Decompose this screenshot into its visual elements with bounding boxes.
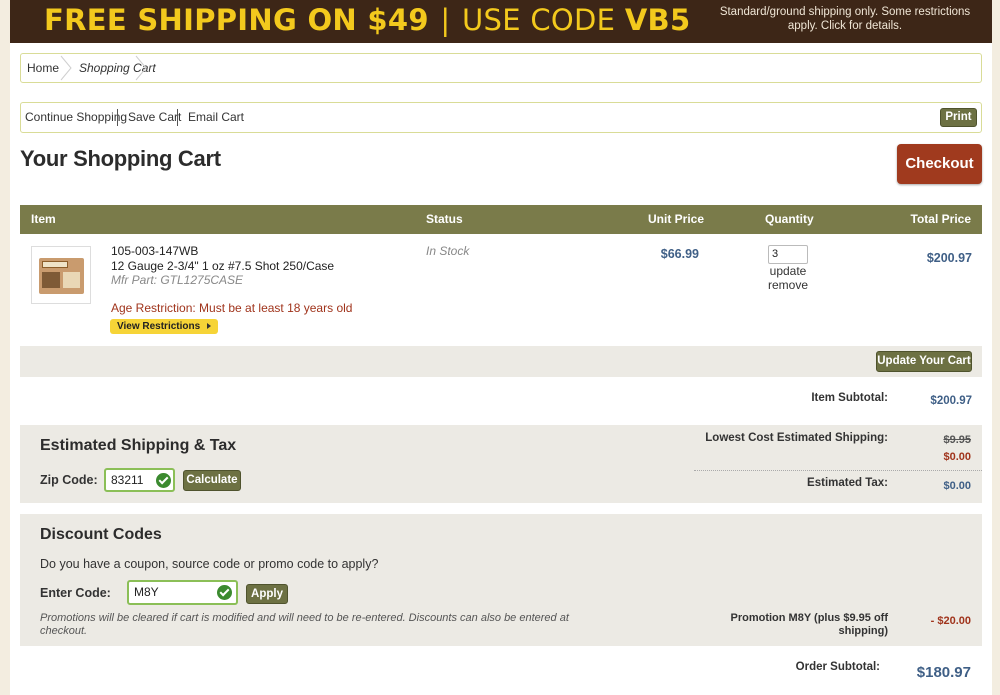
product-thumbnail[interactable]	[31, 246, 91, 304]
promo-code-input[interactable]: M8Y	[127, 580, 238, 605]
check-circle-icon	[217, 585, 232, 600]
zip-code-input[interactable]: 83211	[104, 468, 175, 492]
estimated-tax-value: $0.00	[943, 480, 971, 492]
remove-link[interactable]: remove	[748, 278, 828, 292]
zip-code-value: 83211	[111, 473, 144, 487]
product-mfr-part: Mfr Part: GTL1275CASE	[111, 273, 244, 287]
banner-free-shipping: FREE SHIPPING ON $49	[44, 3, 429, 37]
enter-code-label: Enter Code:	[40, 586, 111, 600]
divider	[117, 109, 118, 126]
banner-headline[interactable]: FREE SHIPPING ON $49 | USE CODE VB5	[44, 3, 690, 37]
header-unit-price: Unit Price	[648, 212, 705, 226]
cart-actions-bar: Continue Shopping Save Cart Email Cart P…	[20, 102, 982, 133]
promotion-label: Promotion M8Y (plus $9.95 off shipping)	[730, 612, 889, 637]
shipping-price: $0.00	[943, 451, 971, 463]
page-title: Your Shopping Cart	[20, 146, 221, 171]
unit-price: $66.99	[660, 247, 699, 261]
estimated-tax-label: Estimated Tax:	[807, 477, 888, 489]
quantity-input[interactable]: 3	[768, 245, 808, 264]
product-sku[interactable]: 105-003-147WB	[111, 244, 198, 258]
promo-code-value: M8Y	[134, 585, 159, 599]
breadcrumb: Home Shopping Cart	[20, 53, 982, 83]
banner-note[interactable]: Standard/ground shipping only. Some rest…	[710, 5, 980, 33]
promo-note: Promotions will be cleared if cart is mo…	[40, 612, 569, 637]
checkout-button[interactable]: Checkout	[897, 144, 982, 184]
lowest-shipping-label: Lowest Cost Estimated Shipping:	[705, 432, 888, 444]
item-subtotal-value: $200.97	[930, 395, 972, 407]
banner-code: VB5	[624, 3, 691, 37]
discount-codes-panel: Discount Codes Do you have a coupon, sou…	[20, 514, 982, 646]
banner-use-code: USE CODE	[461, 3, 616, 37]
line-total-price: $200.97	[926, 251, 972, 265]
check-circle-icon	[156, 472, 171, 488]
banner-separator: |	[440, 3, 451, 37]
breadcrumb-chevron-icon	[135, 55, 147, 81]
shipping-title: Estimated Shipping & Tax	[40, 437, 237, 454]
header-item: Item	[31, 212, 56, 226]
breadcrumb-chevron-icon	[60, 55, 72, 81]
view-restrictions-label: View Restrictions	[117, 321, 201, 332]
item-subtotal-label: Item Subtotal:	[811, 392, 888, 404]
shipping-tax-panel: Estimated Shipping & Tax Zip Code: 83211…	[20, 425, 982, 503]
promo-banner[interactable]: FREE SHIPPING ON $49 | USE CODE VB5 Stan…	[10, 0, 992, 43]
promotion-value: - $20.00	[930, 615, 971, 627]
cart-item-row: 105-003-147WB 12 Gauge 2-3/4" 1 oz #7.5 …	[20, 234, 982, 346]
update-link[interactable]: update	[748, 264, 828, 278]
print-button[interactable]: Print	[940, 108, 977, 127]
original-shipping-price: $9.95	[943, 434, 971, 446]
continue-shopping-link[interactable]: Continue Shopping	[25, 103, 127, 132]
apply-button[interactable]: Apply	[246, 584, 288, 604]
view-restrictions-button[interactable]: View Restrictions	[110, 319, 218, 334]
product-name[interactable]: 12 Gauge 2-3/4" 1 oz #7.5 Shot 250/Case	[111, 259, 334, 273]
discount-title: Discount Codes	[40, 526, 162, 543]
order-subtotal-value: $180.97	[916, 664, 971, 681]
header-total-price: Total Price	[910, 212, 971, 226]
play-arrow-icon	[207, 323, 211, 329]
divider	[694, 470, 982, 471]
page: FREE SHIPPING ON $49 | USE CODE VB5 Stan…	[10, 0, 992, 695]
order-subtotal-label: Order Subtotal:	[795, 661, 880, 673]
age-restriction-notice: Age Restriction: Must be at least 18 yea…	[111, 301, 353, 315]
zip-label: Zip Code:	[40, 473, 98, 487]
header-status: Status	[426, 212, 463, 226]
discount-question: Do you have a coupon, source code or pro…	[40, 557, 379, 571]
ammo-box-image	[39, 258, 84, 294]
header-quantity: Quantity	[765, 212, 814, 226]
breadcrumb-home[interactable]: Home	[27, 54, 59, 82]
update-cart-button[interactable]: Update Your Cart	[876, 351, 972, 372]
cart-table-header: Item Status Unit Price Quantity Total Pr…	[20, 205, 982, 234]
divider	[177, 109, 178, 126]
save-cart-link[interactable]: Save Cart	[128, 103, 181, 132]
email-cart-link[interactable]: Email Cart	[188, 103, 244, 132]
calculate-button[interactable]: Calculate	[183, 470, 241, 491]
update-cart-bar: Update Your Cart	[20, 346, 982, 377]
stock-status: In Stock	[426, 244, 470, 258]
